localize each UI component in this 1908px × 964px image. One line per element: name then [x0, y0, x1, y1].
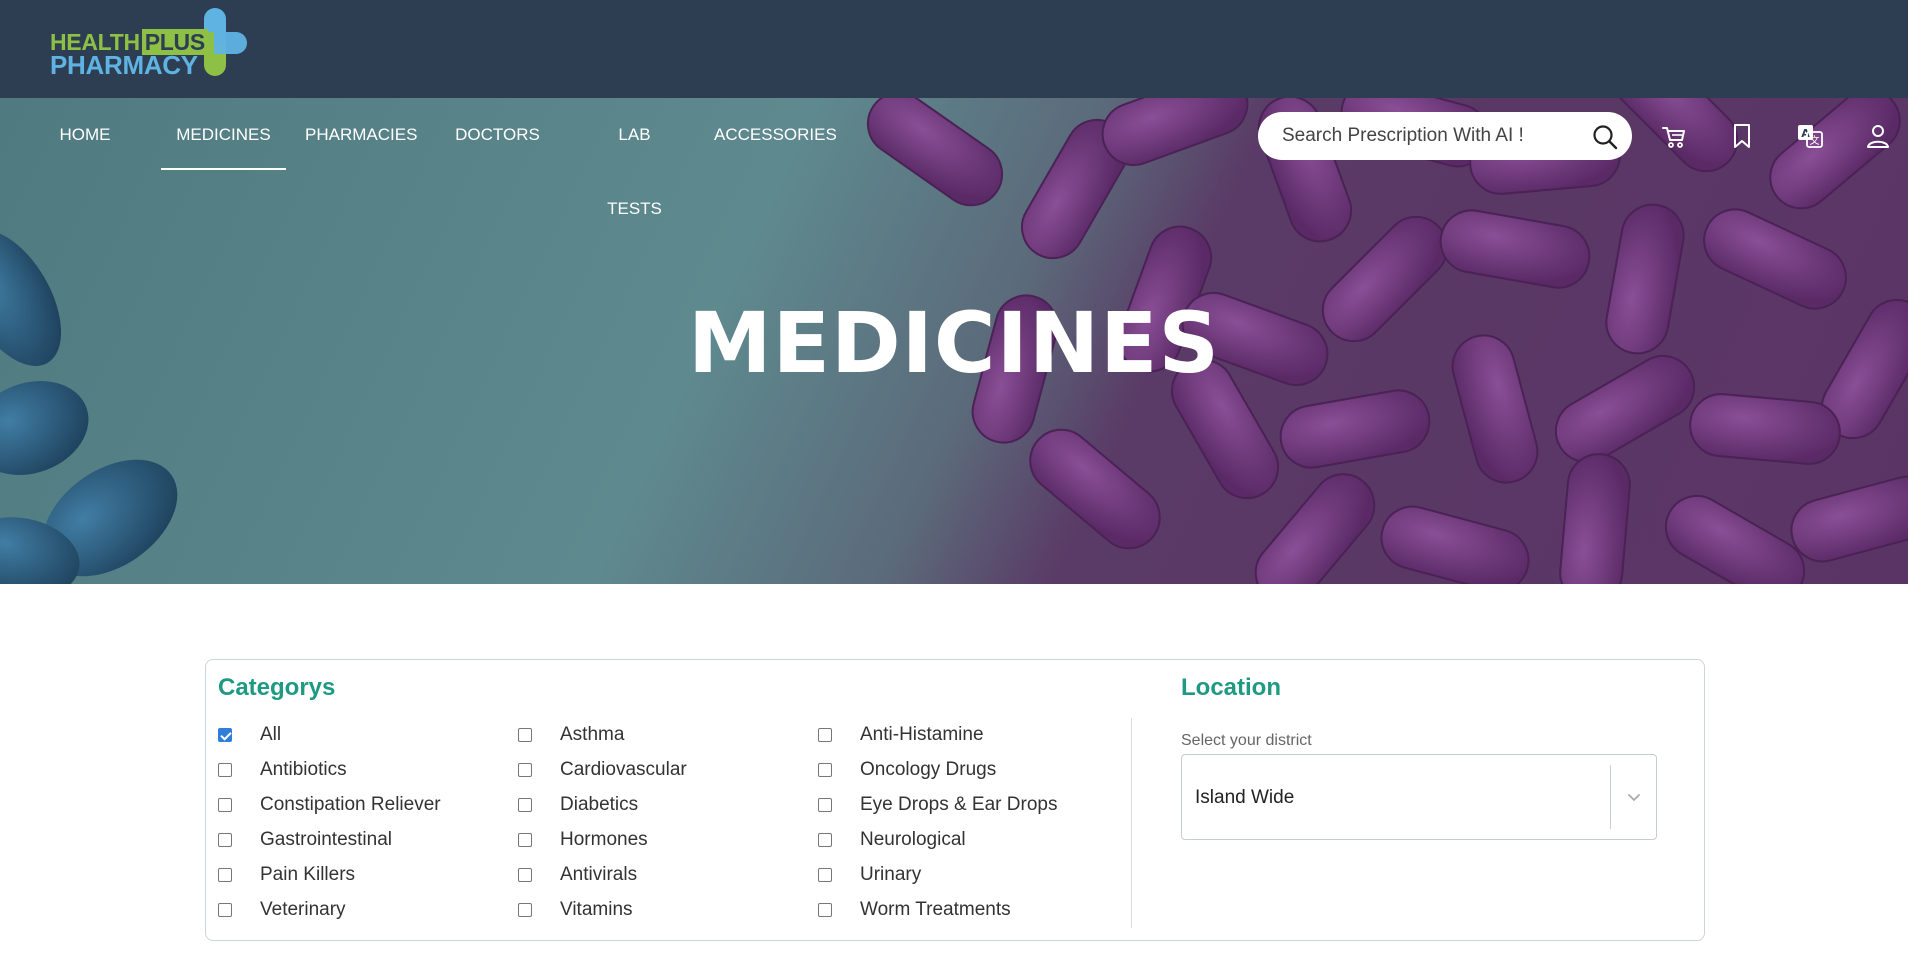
- checkbox[interactable]: [218, 833, 232, 847]
- category-checkbox-cardiovascular[interactable]: Cardiovascular: [518, 759, 687, 781]
- checkbox[interactable]: [818, 868, 832, 882]
- category-label: Diabetics: [560, 794, 639, 815]
- filter-panel: Categorys All Antibiotics Constipation R…: [205, 659, 1705, 941]
- nav-accessories[interactable]: ACCESSORIES: [714, 98, 837, 160]
- category-label: Antivirals: [560, 864, 638, 885]
- category-label: Oncology Drugs: [860, 759, 997, 780]
- nav-medicines[interactable]: MEDICINES: [161, 98, 286, 170]
- category-checkbox-all[interactable]: All: [218, 724, 281, 746]
- category-checkbox-oncology-drugs[interactable]: Oncology Drugs: [818, 759, 996, 781]
- checkbox[interactable]: [518, 728, 532, 742]
- category-checkbox-antibiotics[interactable]: Antibiotics: [218, 759, 347, 781]
- main-nav: HOME MEDICINES PHARMACIES DOCTORS LAB TE…: [0, 98, 900, 218]
- checkbox[interactable]: [218, 903, 232, 917]
- search-input[interactable]: [1282, 112, 1582, 160]
- checkbox[interactable]: [218, 763, 232, 777]
- checkbox[interactable]: [218, 868, 232, 882]
- checkbox[interactable]: [818, 798, 832, 812]
- category-label: Neurological: [860, 829, 966, 850]
- category-label: Constipation Reliever: [260, 794, 441, 815]
- category-checkbox-veterinary[interactable]: Veterinary: [218, 899, 346, 921]
- checkbox[interactable]: [218, 798, 232, 812]
- category-checkbox-hormones[interactable]: Hormones: [518, 829, 648, 851]
- top-header: HEALTH PLUS PHARMACY: [0, 0, 1908, 98]
- category-checkbox-urinary[interactable]: Urinary: [818, 864, 921, 886]
- search-bar: [1258, 112, 1632, 160]
- checkbox[interactable]: [518, 798, 532, 812]
- category-checkbox-diabetics[interactable]: Diabetics: [518, 794, 638, 816]
- brand-logo[interactable]: HEALTH PLUS PHARMACY: [50, 8, 250, 80]
- bookmark-icon[interactable]: [1728, 122, 1756, 150]
- category-label: Urinary: [860, 864, 922, 885]
- select-separator: [1610, 765, 1611, 829]
- logo-line-2: PHARMACY: [50, 50, 198, 80]
- category-label: Worm Treatments: [860, 899, 1011, 920]
- nav-lab-tests[interactable]: LAB TESTS: [590, 98, 679, 218]
- category-label: Cardiovascular: [560, 759, 687, 780]
- category-label: Antibiotics: [260, 759, 347, 780]
- nav-doctors[interactable]: DOCTORS: [454, 98, 541, 160]
- district-select[interactable]: Island Wide: [1181, 754, 1657, 840]
- category-label: Asthma: [560, 724, 625, 745]
- checkbox[interactable]: [818, 833, 832, 847]
- checkbox[interactable]: [818, 763, 832, 777]
- search-icon[interactable]: [1592, 124, 1618, 150]
- category-checkbox-antivirals[interactable]: Antivirals: [518, 864, 637, 886]
- category-label: Gastrointestinal: [260, 829, 393, 850]
- category-checkbox-gastrointestinal[interactable]: Gastrointestinal: [218, 829, 392, 851]
- checkbox[interactable]: [518, 868, 532, 882]
- checkbox[interactable]: [218, 728, 232, 742]
- district-label: Select your district: [1181, 732, 1312, 749]
- cart-icon[interactable]: [1660, 122, 1688, 150]
- categories-title: Categorys: [218, 674, 336, 701]
- category-checkbox-asthma[interactable]: Asthma: [518, 724, 624, 746]
- category-label: All: [260, 724, 282, 745]
- checkbox[interactable]: [518, 833, 532, 847]
- panel-divider: [1131, 718, 1132, 928]
- nav-pharmacies[interactable]: PHARMACIES: [305, 98, 417, 160]
- chevron-down-icon[interactable]: [1626, 789, 1642, 805]
- location-title: Location: [1181, 674, 1281, 701]
- checkbox[interactable]: [518, 903, 532, 917]
- category-checkbox-constipation-reliever[interactable]: Constipation Reliever: [218, 794, 441, 816]
- user-icon[interactable]: [1864, 122, 1892, 150]
- nav-home[interactable]: HOME: [58, 98, 112, 160]
- checkbox[interactable]: [818, 728, 832, 742]
- category-label: Pain Killers: [260, 864, 356, 885]
- category-checkbox-eye-ear-drops[interactable]: Eye Drops & Ear Drops: [818, 794, 1057, 816]
- checkbox[interactable]: [818, 903, 832, 917]
- category-checkbox-anti-histamine[interactable]: Anti-Histamine: [818, 724, 984, 746]
- translate-icon[interactable]: A 文: [1796, 122, 1824, 150]
- page-title: MEDICINES: [687, 294, 1221, 392]
- category-label: Eye Drops & Ear Drops: [860, 794, 1058, 815]
- category-checkbox-vitamins[interactable]: Vitamins: [518, 899, 633, 921]
- category-checkbox-neurological[interactable]: Neurological: [818, 829, 966, 851]
- checkbox[interactable]: [518, 763, 532, 777]
- category-label: Vitamins: [560, 899, 633, 920]
- svg-text:文: 文: [1810, 134, 1820, 147]
- category-label: Hormones: [560, 829, 648, 850]
- category-label: Anti-Histamine: [860, 724, 984, 745]
- category-checkbox-worm-treatments[interactable]: Worm Treatments: [818, 899, 1011, 921]
- district-selected-value: Island Wide: [1195, 787, 1295, 808]
- category-checkbox-pain-killers[interactable]: Pain Killers: [218, 864, 355, 886]
- category-label: Veterinary: [260, 899, 346, 920]
